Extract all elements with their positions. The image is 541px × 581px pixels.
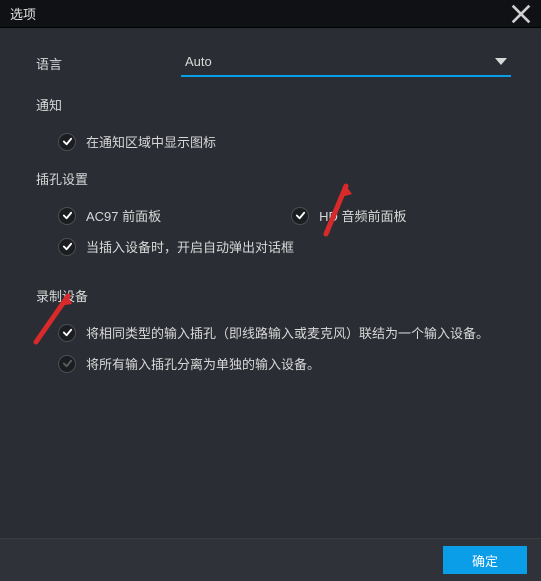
ok-button[interactable]: 确定	[443, 546, 527, 574]
language-label: 语言	[36, 54, 181, 73]
option-label: AC97 前面板	[86, 206, 161, 225]
checkbox-icon[interactable]	[58, 324, 76, 342]
language-row: 语言 Auto	[36, 50, 511, 77]
option-hd-audio[interactable]: HD 音频前面板	[269, 200, 406, 231]
language-value: Auto	[185, 54, 212, 69]
checkbox-icon[interactable]	[291, 207, 309, 225]
content-area: 语言 Auto 通知 在通知区域中显示图标 插孔设置 AC97 前面板	[0, 28, 541, 538]
option-group-same-type[interactable]: 将相同类型的输入插孔（即线路输入或麦克风）联结为一个输入设备。	[36, 317, 511, 348]
option-ac97[interactable]: AC97 前面板	[36, 200, 161, 231]
checkbox-icon[interactable]	[58, 207, 76, 225]
option-show-tray-icon[interactable]: 在通知区域中显示图标	[36, 126, 511, 157]
option-label: 将相同类型的输入插孔（即线路输入或麦克风）联结为一个输入设备。	[86, 323, 489, 342]
footer-bar: 确定	[0, 538, 541, 581]
language-select[interactable]: Auto	[181, 50, 511, 77]
checkbox-icon[interactable]	[58, 238, 76, 256]
option-label: HD 音频前面板	[319, 206, 406, 225]
checkbox-icon[interactable]	[58, 133, 76, 151]
option-separate-jacks[interactable]: 将所有输入插孔分离为单独的输入设备。	[36, 348, 511, 379]
chevron-down-icon	[495, 58, 507, 65]
window-title: 选项	[10, 4, 36, 23]
option-auto-popup[interactable]: 当插入设备时，开启自动弹出对话框	[36, 231, 511, 262]
option-label: 将所有输入插孔分离为单独的输入设备。	[86, 354, 320, 373]
checkbox-icon[interactable]	[58, 355, 76, 373]
option-label: 在通知区域中显示图标	[86, 132, 216, 151]
option-label: 当插入设备时，开启自动弹出对话框	[86, 237, 294, 256]
titlebar: 选项	[0, 0, 541, 28]
section-jack: 插孔设置	[36, 169, 511, 188]
section-notification: 通知	[36, 95, 511, 114]
close-icon[interactable]	[511, 4, 531, 24]
section-recording: 录制设备	[36, 286, 511, 305]
